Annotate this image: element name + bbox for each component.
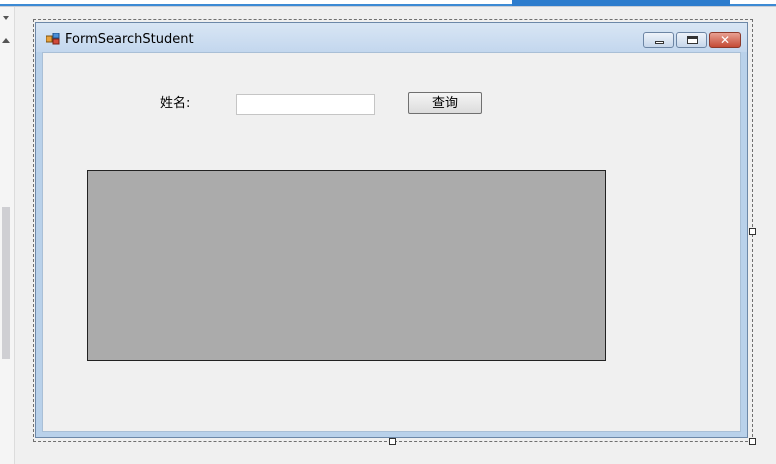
scroll-up-icon[interactable] [2, 38, 10, 43]
dropdown-arrow-icon[interactable] [3, 16, 9, 20]
minimize-icon [655, 41, 664, 44]
minimize-button[interactable] [643, 32, 674, 48]
maximize-button[interactable] [676, 32, 707, 48]
scrollbar-thumb[interactable] [2, 207, 10, 359]
tab-underline-tail [730, 4, 776, 6]
form-client-area: 姓名: 查询 [42, 52, 741, 432]
title-bar[interactable]: FormSearchStudent ✕ [36, 23, 747, 52]
left-scrollbar[interactable] [0, 7, 15, 464]
name-label: 姓名: [160, 96, 191, 111]
form-window[interactable]: FormSearchStudent ✕ 姓名: 查询 [35, 22, 748, 438]
close-button[interactable]: ✕ [709, 32, 741, 48]
results-grid[interactable] [87, 170, 606, 361]
resize-handle-right[interactable] [749, 228, 756, 235]
resize-handle-corner[interactable] [749, 438, 756, 445]
designer-tab-strip [0, 0, 776, 7]
query-button[interactable]: 查询 [408, 92, 482, 114]
form-title: FormSearchStudent [65, 32, 194, 47]
active-designer-tab[interactable] [512, 0, 730, 6]
form-icon [46, 33, 60, 45]
tab-underline [0, 4, 512, 6]
name-input[interactable] [236, 94, 375, 115]
close-icon: ✕ [719, 33, 731, 47]
resize-handle-bottom[interactable] [389, 438, 396, 445]
maximize-icon [687, 36, 698, 44]
